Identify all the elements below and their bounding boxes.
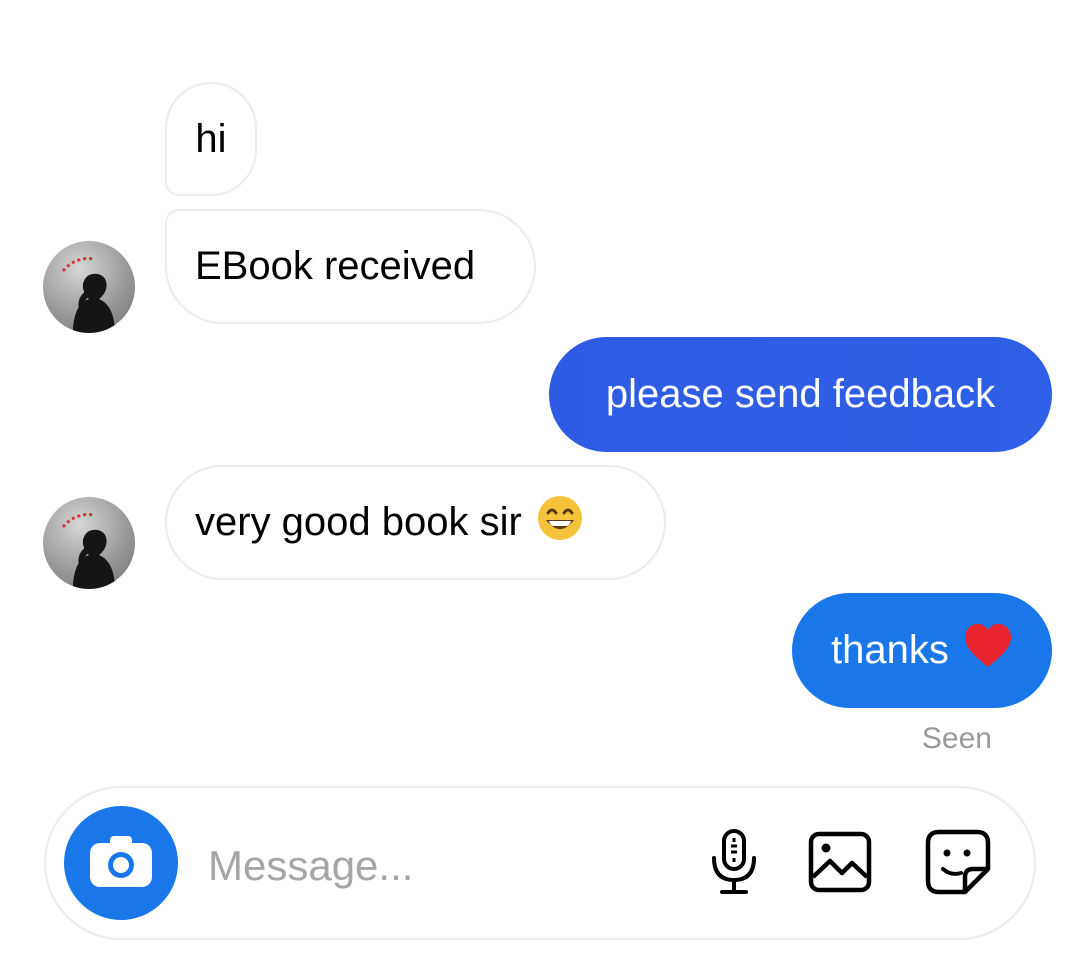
gallery-button[interactable] [804,828,876,900]
voice-message-button[interactable] [698,828,770,900]
message-composer [44,786,1036,940]
sticker-button[interactable] [922,828,994,900]
grinning-face-emoji-icon [536,494,584,552]
contact-avatar-icon[interactable] [43,497,135,589]
outgoing-message-bubble[interactable]: please send feedback [549,337,1052,452]
sticker-icon [925,829,991,900]
message-text: EBook received [195,244,476,288]
incoming-message-bubble[interactable]: very good book sir [165,465,666,580]
message-text: very good book sir [195,500,522,544]
outgoing-message-bubble[interactable]: thanks [792,593,1052,708]
message-text: please send feedback [605,372,996,416]
seen-status: Seen [921,722,992,755]
camera-icon [88,833,154,894]
red-heart-emoji-icon [963,623,1013,679]
message-text: hi [195,116,227,161]
camera-button[interactable] [64,806,178,920]
message-input[interactable] [208,838,638,894]
message-text: thanks [831,628,949,672]
incoming-message-bubble[interactable]: hi [165,82,257,196]
image-gallery-icon [808,831,872,898]
contact-avatar-icon[interactable] [43,241,135,333]
microphone-icon [704,828,764,901]
incoming-message-bubble[interactable]: EBook received [165,209,536,324]
